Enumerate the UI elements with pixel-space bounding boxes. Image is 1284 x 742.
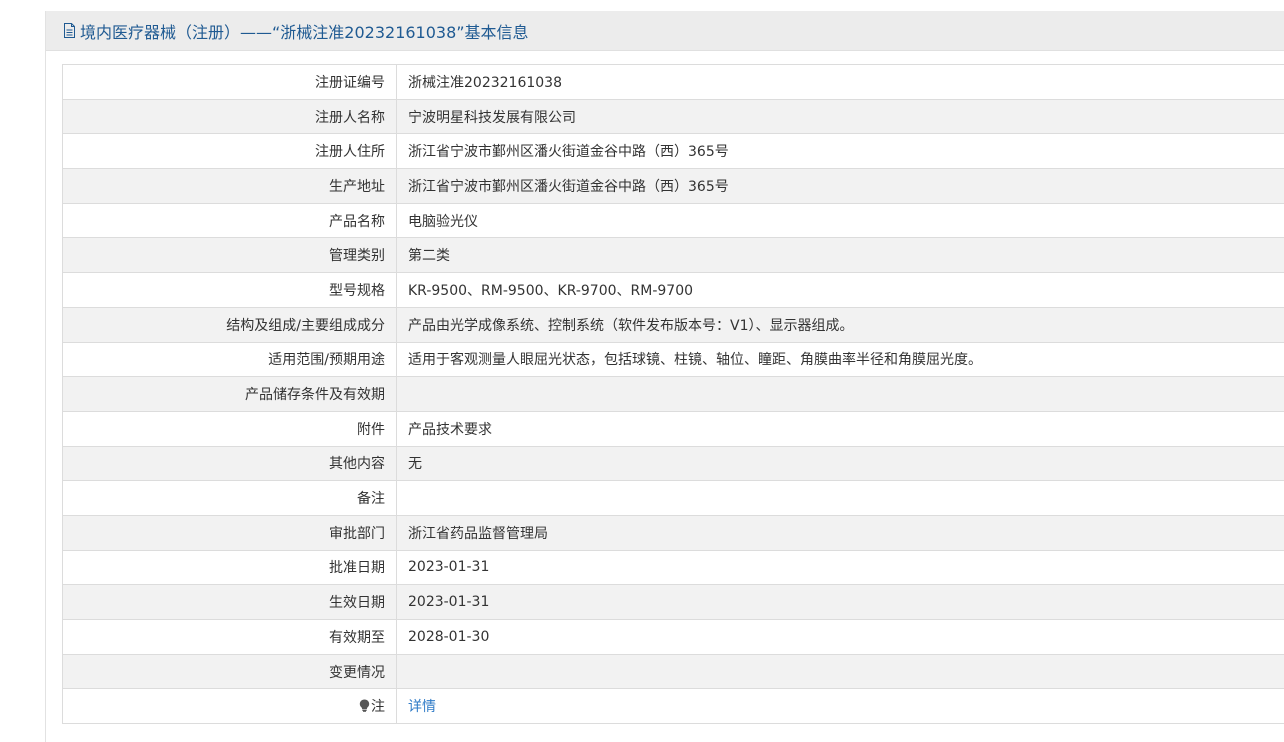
field-label: 结构及组成/主要组成成分	[62, 306, 397, 343]
field-label: 审批部门	[62, 514, 397, 551]
document-icon	[63, 22, 77, 39]
table-row: 附件 产品技术要求	[62, 410, 1284, 447]
field-label: 注册人住所	[62, 133, 397, 170]
field-label: 产品名称	[62, 202, 397, 239]
note-value-cell: 详情	[396, 688, 1284, 725]
note-row: 注 详情	[62, 688, 1284, 725]
field-label: 注册人名称	[62, 98, 397, 135]
field-label: 型号规格	[62, 272, 397, 308]
field-label: 其他内容	[62, 445, 397, 482]
field-label: 备注	[62, 480, 397, 516]
table-row: 注册人住所 浙江省宁波市鄞州区潘火街道金谷中路（西）365号	[62, 133, 1284, 170]
field-label: 产品储存条件及有效期	[62, 376, 397, 412]
field-label: 注册证编号	[62, 64, 397, 100]
table-row: 结构及组成/主要组成成分 产品由光学成像系统、控制系统（软件发布版本号：V1）、显…	[62, 306, 1284, 343]
table-row: 注册人名称 宁波明星科技发展有限公司	[62, 98, 1284, 135]
field-value: 适用于客观测量人眼屈光状态，包括球镜、柱镜、轴位、瞳距、角膜曲率半径和角膜屈光度…	[396, 341, 1284, 378]
table-row: 适用范围/预期用途 适用于客观测量人眼屈光状态，包括球镜、柱镜、轴位、瞳距、角膜曲…	[62, 341, 1284, 378]
field-value: 无	[396, 445, 1284, 482]
table-row: 型号规格 KR-9500、RM-9500、KR-9700、RM-9700	[62, 272, 1284, 308]
field-label: 变更情况	[62, 653, 397, 690]
table-row: 产品名称 电脑验光仪	[62, 202, 1284, 239]
table-row: 批准日期 2023-01-31	[62, 549, 1284, 586]
field-value	[396, 653, 1284, 690]
field-value: 电脑验光仪	[396, 202, 1284, 239]
field-value: 宁波明星科技发展有限公司	[396, 98, 1284, 135]
table-row: 生效日期 2023-01-31	[62, 584, 1284, 620]
field-value: KR-9500、RM-9500、KR-9700、RM-9700	[396, 272, 1284, 308]
table-row: 变更情况	[62, 653, 1284, 690]
table-row: 产品储存条件及有效期	[62, 376, 1284, 412]
field-value	[396, 480, 1284, 516]
page-title: 境内医疗器械（注册）——“浙械注准20232161038”基本信息	[80, 22, 529, 42]
field-value: 2028-01-30	[396, 619, 1284, 655]
table-row: 生产地址 浙江省宁波市鄞州区潘火街道金谷中路（西）365号	[62, 168, 1284, 204]
details-link[interactable]: 详情	[408, 699, 436, 715]
info-table: 注册证编号 浙械注准20232161038 注册人名称 宁波明星科技发展有限公司 注册人…	[62, 64, 1284, 725]
panel-header: 境内医疗器械（注册）——“浙械注准20232161038”基本信息	[46, 11, 1284, 51]
table-row: 注册证编号 浙械注准20232161038	[62, 64, 1284, 100]
table-row: 其他内容无	[62, 445, 1284, 482]
table-row: 审批部门 浙江省药品监督管理局	[62, 514, 1284, 551]
field-label: 有效期至	[62, 619, 397, 655]
field-value: 浙江省药品监督管理局	[396, 514, 1284, 551]
field-value	[396, 376, 1284, 412]
field-value: 第二类	[396, 237, 1284, 274]
field-value: 浙江省宁波市鄞州区潘火街道金谷中路（西）365号	[396, 168, 1284, 204]
table-row: 有效期至 2028-01-30	[62, 619, 1284, 655]
field-value: 产品由光学成像系统、控制系统（软件发布版本号：V1）、显示器组成。	[396, 306, 1284, 343]
field-label: 适用范围/预期用途	[62, 341, 397, 378]
field-value: 浙江省宁波市鄞州区潘火街道金谷中路（西）365号	[396, 133, 1284, 170]
field-label: 生产地址	[62, 168, 397, 204]
field-value: 2023-01-31	[396, 549, 1284, 586]
field-label: 附件	[62, 410, 397, 447]
info-panel: 境内医疗器械（注册）——“浙械注准20232161038”基本信息 注册证编号浙…	[45, 11, 1284, 742]
note-label: 注	[371, 699, 385, 716]
field-value: 产品技术要求	[396, 410, 1284, 447]
field-label: 批准日期	[62, 549, 397, 586]
field-label: 生效日期	[62, 584, 397, 620]
lightbulb-icon	[359, 699, 370, 716]
table-row: 备注	[62, 480, 1284, 516]
note-label-cell: 注	[62, 688, 397, 725]
table-row: 管理类别 第二类	[62, 237, 1284, 274]
field-label: 管理类别	[62, 237, 397, 274]
field-value: 2023-01-31	[396, 584, 1284, 620]
field-value: 浙械注准20232161038	[396, 64, 1284, 100]
